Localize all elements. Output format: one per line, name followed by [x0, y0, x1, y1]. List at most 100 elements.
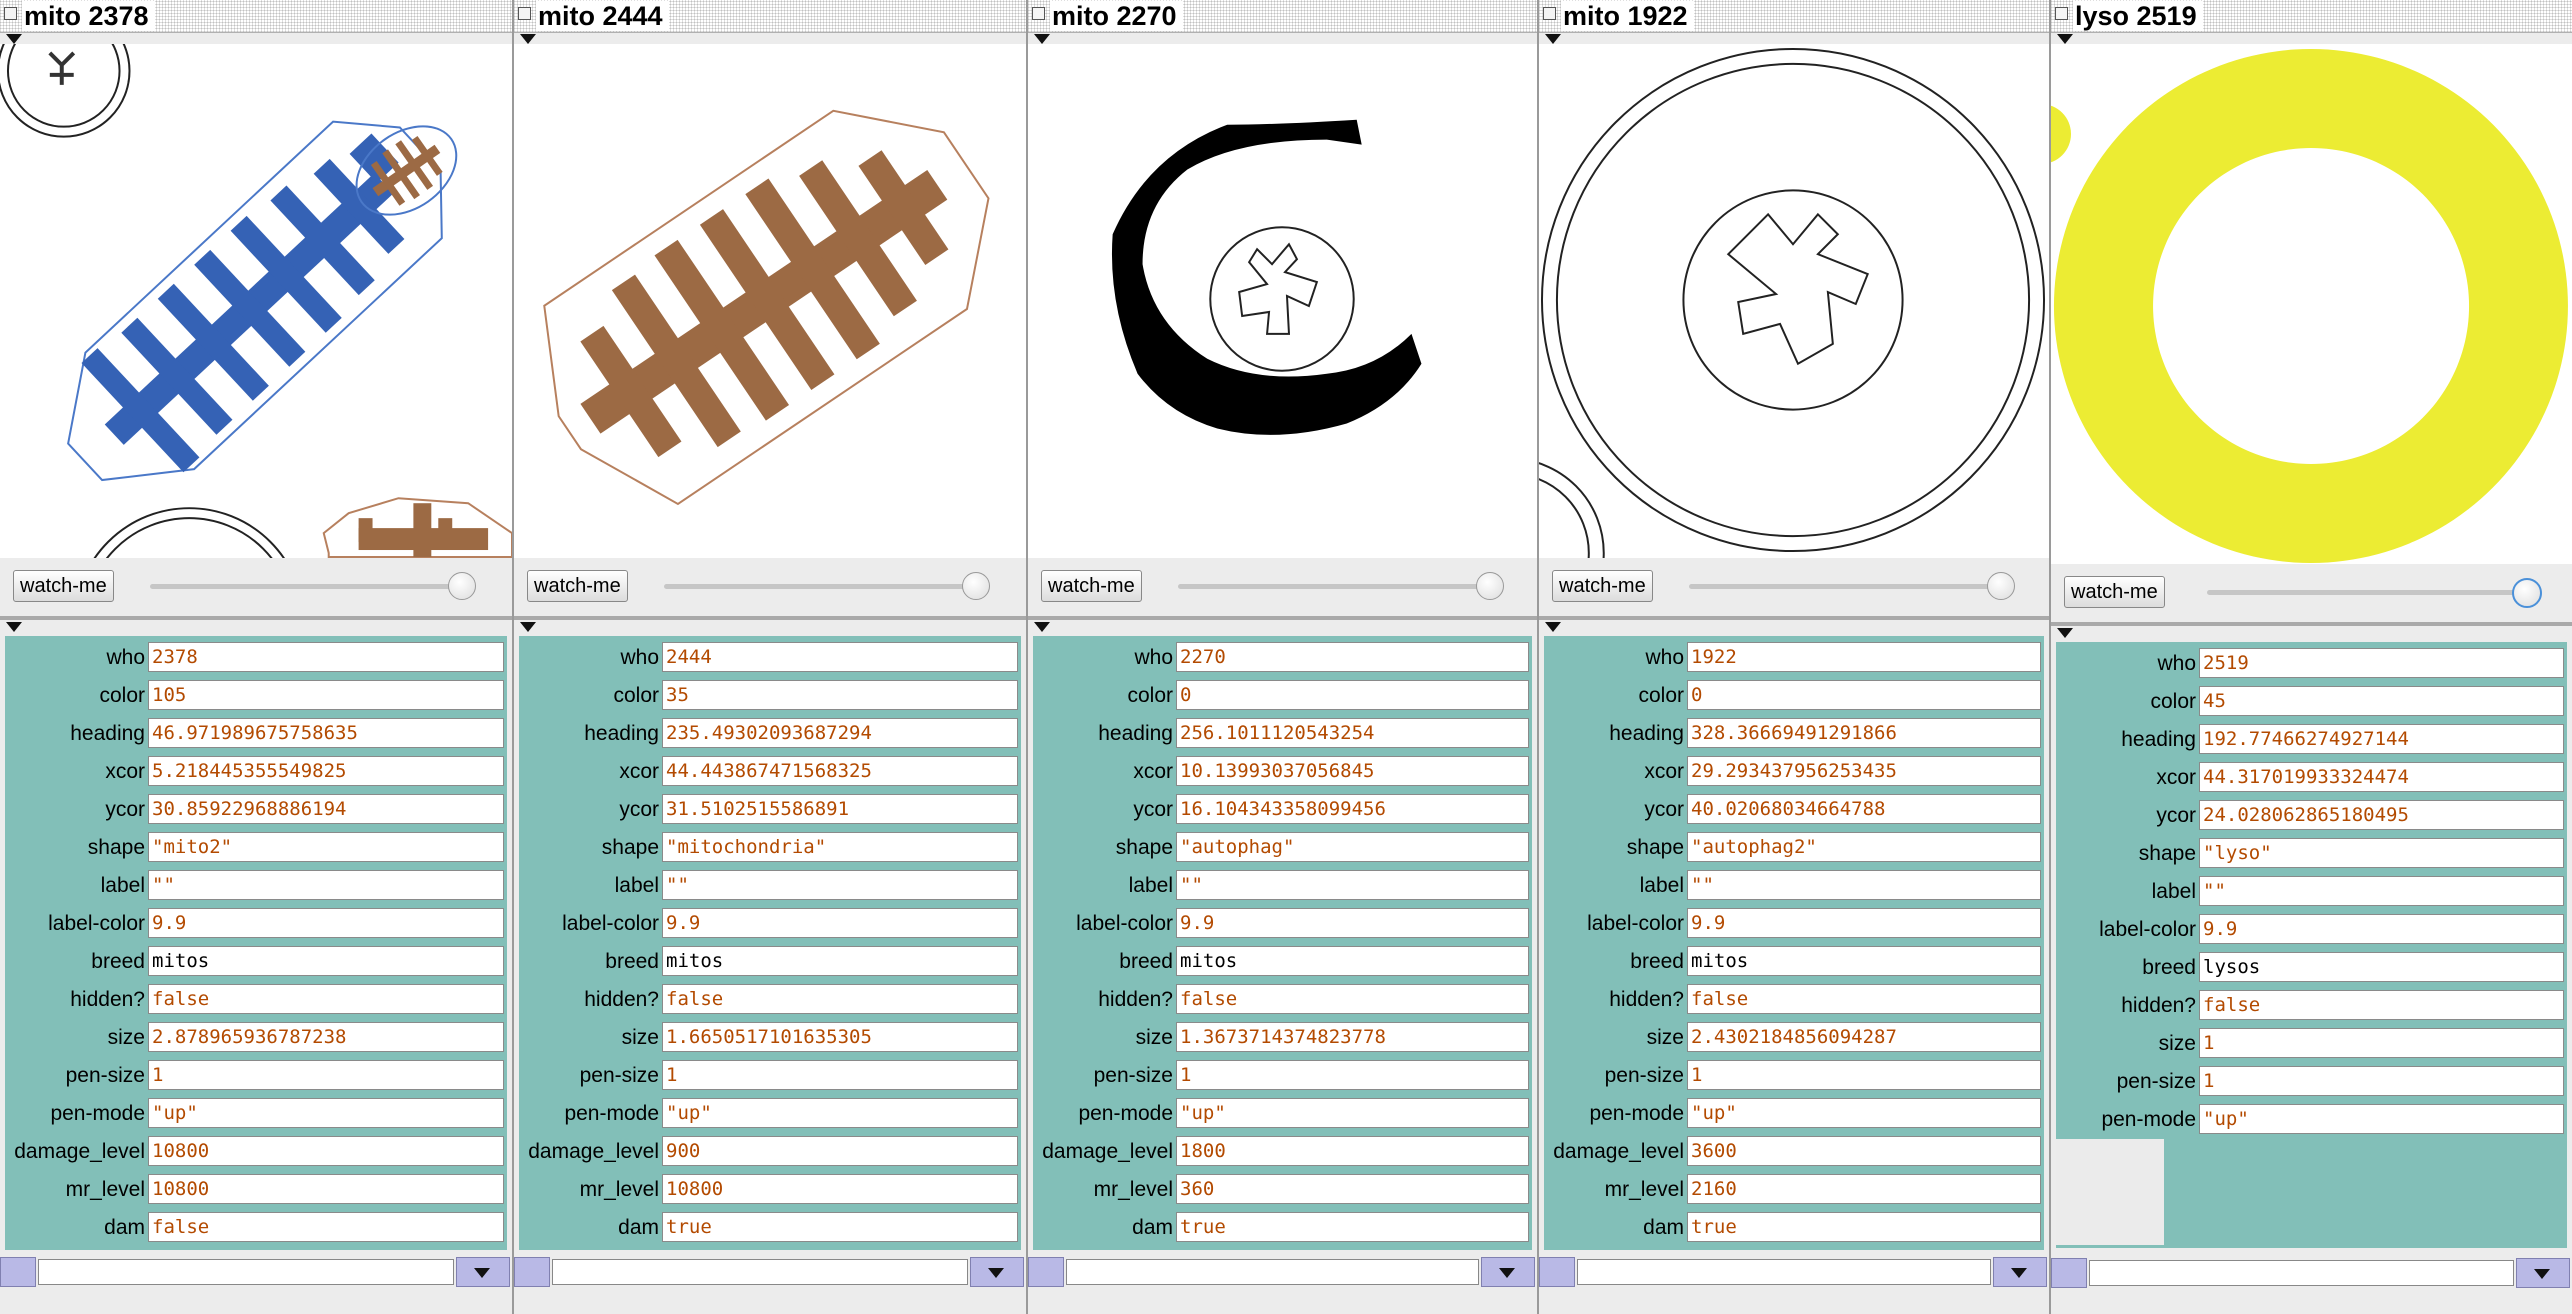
- zoom-slider-thumb[interactable]: [1476, 572, 1504, 600]
- var-value-field[interactable]: "up": [662, 1098, 1018, 1128]
- var-value-field[interactable]: 24.028062865180495: [2199, 800, 2564, 830]
- var-value-field[interactable]: 10800: [148, 1174, 504, 1204]
- pane-divider[interactable]: [1539, 616, 2049, 620]
- var-value-field[interactable]: false: [1176, 984, 1529, 1014]
- zoom-slider[interactable]: [1689, 584, 2009, 589]
- var-value-field[interactable]: 105: [148, 680, 504, 710]
- command-center-tab[interactable]: [1028, 1257, 1064, 1287]
- var-value-field[interactable]: 16.104343358099456: [1176, 794, 1529, 824]
- var-value-field[interactable]: 29.293437956253435: [1687, 756, 2041, 786]
- inspector-collapse-icon[interactable]: [6, 622, 22, 632]
- var-value-field[interactable]: 44.443867471568325: [662, 756, 1018, 786]
- var-value-field[interactable]: "": [148, 870, 504, 900]
- title-bar[interactable]: mito 2444: [514, 0, 1026, 33]
- var-value-field[interactable]: 10800: [662, 1174, 1018, 1204]
- var-value-field[interactable]: 1922: [1687, 642, 2041, 672]
- var-value-field[interactable]: 46.971989675758635: [148, 718, 504, 748]
- var-value-field[interactable]: 31.5102515586891: [662, 794, 1018, 824]
- view-collapse-icon[interactable]: [1034, 34, 1050, 44]
- var-value-field[interactable]: 9.9: [1687, 908, 2041, 938]
- command-history-dropdown[interactable]: [970, 1257, 1024, 1287]
- var-value-field[interactable]: 45: [2199, 686, 2564, 716]
- command-input[interactable]: [552, 1259, 968, 1285]
- view-collapse-icon[interactable]: [6, 34, 22, 44]
- var-value-field[interactable]: 328.36669491291866: [1687, 718, 2041, 748]
- inspector-collapse-icon[interactable]: [1034, 622, 1050, 632]
- command-center-tab[interactable]: [1539, 1257, 1575, 1287]
- watch-me-button[interactable]: watch-me: [1041, 570, 1142, 602]
- var-value-field[interactable]: false: [662, 984, 1018, 1014]
- var-value-field[interactable]: 0: [1687, 680, 2041, 710]
- view-collapse-icon[interactable]: [2057, 34, 2073, 44]
- var-value-field[interactable]: 2270: [1176, 642, 1529, 672]
- var-value-field[interactable]: 2444: [662, 642, 1018, 672]
- command-history-dropdown[interactable]: [1993, 1257, 2047, 1287]
- var-value-field[interactable]: 9.9: [148, 908, 504, 938]
- var-value-field[interactable]: 360: [1176, 1174, 1529, 1204]
- var-value-field[interactable]: "": [662, 870, 1018, 900]
- var-value-field[interactable]: 9.9: [2199, 914, 2564, 944]
- pane-divider[interactable]: [2051, 622, 2572, 626]
- zoom-slider[interactable]: [2207, 590, 2539, 595]
- zoom-slider-thumb[interactable]: [1987, 572, 2015, 600]
- var-value-field[interactable]: 192.77466274927144: [2199, 724, 2564, 754]
- var-value-field[interactable]: 900: [662, 1136, 1018, 1166]
- command-center-tab[interactable]: [514, 1257, 550, 1287]
- var-value-field[interactable]: "up": [1687, 1098, 2041, 1128]
- var-value-field[interactable]: mitos: [662, 946, 1018, 976]
- var-value-field[interactable]: "": [1687, 870, 2041, 900]
- var-value-field[interactable]: "lyso": [2199, 838, 2564, 868]
- zoom-slider-thumb[interactable]: [2512, 578, 2542, 608]
- zoom-slider-thumb[interactable]: [448, 572, 476, 600]
- var-value-field[interactable]: true: [662, 1212, 1018, 1242]
- var-value-field[interactable]: mitos: [1687, 946, 2041, 976]
- var-value-field[interactable]: 44.317019933324474: [2199, 762, 2564, 792]
- command-input[interactable]: [2089, 1260, 2514, 1286]
- zoom-slider-thumb[interactable]: [962, 572, 990, 600]
- var-value-field[interactable]: false: [148, 1212, 504, 1242]
- var-value-field[interactable]: mitos: [148, 946, 504, 976]
- pane-divider[interactable]: [0, 616, 512, 620]
- var-value-field[interactable]: 10.13993037056845: [1176, 756, 1529, 786]
- close-icon[interactable]: [1543, 7, 1556, 20]
- pane-divider[interactable]: [514, 616, 1026, 620]
- var-value-field[interactable]: 40.02068034664788: [1687, 794, 2041, 824]
- close-icon[interactable]: [518, 7, 531, 20]
- var-value-field[interactable]: "autophag": [1176, 832, 1529, 862]
- title-bar[interactable]: mito 2270: [1028, 0, 1537, 33]
- var-value-field[interactable]: "up": [148, 1098, 504, 1128]
- var-value-field[interactable]: 1: [1687, 1060, 2041, 1090]
- var-value-field[interactable]: 2.878965936787238: [148, 1022, 504, 1052]
- command-history-dropdown[interactable]: [1481, 1257, 1535, 1287]
- var-value-field[interactable]: true: [1176, 1212, 1529, 1242]
- command-input[interactable]: [1066, 1259, 1479, 1285]
- title-bar[interactable]: lyso 2519: [2051, 0, 2572, 33]
- var-value-field[interactable]: 2160: [1687, 1174, 2041, 1204]
- watch-me-button[interactable]: watch-me: [13, 570, 114, 602]
- command-center-tab[interactable]: [0, 1257, 36, 1287]
- var-value-field[interactable]: mitos: [1176, 946, 1529, 976]
- var-value-field[interactable]: 235.49302093687294: [662, 718, 1018, 748]
- zoom-slider[interactable]: [664, 584, 984, 589]
- var-value-field[interactable]: 2.4302184856094287: [1687, 1022, 2041, 1052]
- var-value-field[interactable]: false: [1687, 984, 2041, 1014]
- var-value-field[interactable]: "": [2199, 876, 2564, 906]
- var-value-field[interactable]: 1: [1176, 1060, 1529, 1090]
- var-value-field[interactable]: true: [1687, 1212, 2041, 1242]
- var-value-field[interactable]: 1: [148, 1060, 504, 1090]
- var-value-field[interactable]: "autophag2": [1687, 832, 2041, 862]
- inspector-collapse-icon[interactable]: [520, 622, 536, 632]
- zoom-slider[interactable]: [150, 584, 470, 589]
- var-value-field[interactable]: 2378: [148, 642, 504, 672]
- watch-me-button[interactable]: watch-me: [1552, 570, 1653, 602]
- var-value-field[interactable]: 1: [2199, 1028, 2564, 1058]
- var-value-field[interactable]: 30.85922968886194: [148, 794, 504, 824]
- close-icon[interactable]: [1032, 7, 1045, 20]
- var-value-field[interactable]: false: [2199, 990, 2564, 1020]
- pane-divider[interactable]: [1028, 616, 1537, 620]
- command-history-dropdown[interactable]: [2516, 1258, 2570, 1288]
- var-value-field[interactable]: 3600: [1687, 1136, 2041, 1166]
- var-value-field[interactable]: "up": [1176, 1098, 1529, 1128]
- var-value-field[interactable]: lysos: [2199, 952, 2564, 982]
- close-icon[interactable]: [2055, 7, 2068, 20]
